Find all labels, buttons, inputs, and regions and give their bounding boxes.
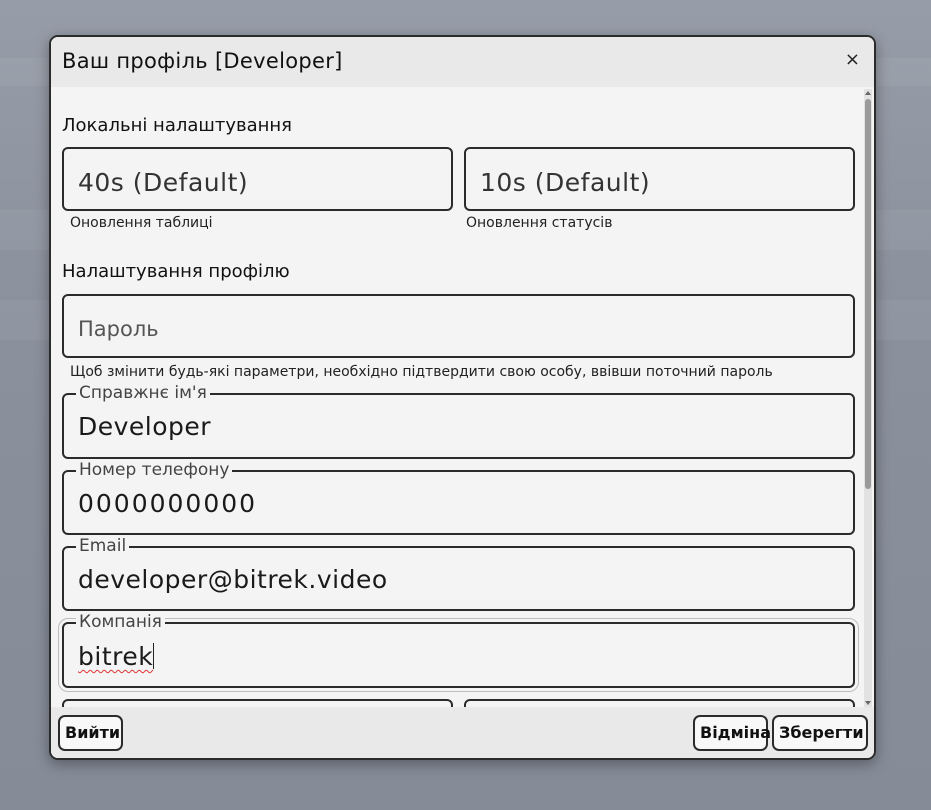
table-refresh-helper: Оновлення таблиці xyxy=(70,215,213,231)
dialog-footer: Вийти Відміна Зберегти xyxy=(51,707,874,758)
phone-field[interactable]: Номер телефону 0000000000 xyxy=(62,460,855,535)
dialog-header: Ваш профіль [Developer] × xyxy=(51,37,874,87)
email-field[interactable]: Email developer@bitrek.video xyxy=(62,536,855,611)
company-input-text: bitrek xyxy=(78,642,155,671)
company-value: bitrek xyxy=(78,642,154,671)
password-helper: Щоб змінити будь-які параметри, необхідн… xyxy=(70,364,773,380)
phone-label: Номер телефону xyxy=(76,460,233,480)
close-icon[interactable]: × xyxy=(845,49,860,70)
save-button[interactable]: Зберегти xyxy=(772,715,868,751)
dialog-scrollbar[interactable] xyxy=(864,89,872,707)
email-label: Email xyxy=(76,536,130,556)
company-field[interactable]: Компанія bitrek xyxy=(58,612,859,692)
profile-dialog: Ваш профіль [Developer] × Локальні налаш… xyxy=(49,35,876,760)
status-refresh-select[interactable]: 10s (Default) xyxy=(464,147,855,211)
text-caret xyxy=(153,643,155,669)
partial-field-right[interactable] xyxy=(464,699,855,707)
scroll-down-icon[interactable] xyxy=(865,701,871,705)
scroll-up-icon[interactable] xyxy=(865,91,871,95)
real-name-field[interactable]: Справжнє ім'я Developer xyxy=(62,383,855,459)
real-name-label: Справжнє ім'я xyxy=(76,383,210,403)
partial-field-left[interactable] xyxy=(62,699,453,707)
cancel-button[interactable]: Відміна xyxy=(693,715,771,751)
dialog-body: Локальні налаштування 40s (Default) Онов… xyxy=(51,87,863,707)
real-name-value: Developer xyxy=(78,412,212,441)
company-label: Компанія xyxy=(76,612,165,632)
password-field[interactable]: Пароль xyxy=(62,294,855,358)
dialog-title: Ваш профіль [Developer] xyxy=(62,49,343,73)
profile-settings-heading: Налаштування профілю xyxy=(62,261,290,282)
password-placeholder: Пароль xyxy=(78,317,159,341)
logout-button[interactable]: Вийти xyxy=(58,715,123,751)
scrollbar-thumb[interactable] xyxy=(865,99,871,489)
local-settings-heading: Локальні налаштування xyxy=(62,115,293,136)
status-refresh-helper: Оновлення статусів xyxy=(466,215,613,231)
phone-value: 0000000000 xyxy=(78,489,258,518)
table-refresh-value: 40s (Default) xyxy=(78,168,249,197)
status-refresh-value: 10s (Default) xyxy=(480,168,651,197)
table-refresh-select[interactable]: 40s (Default) xyxy=(62,147,453,211)
email-value: developer@bitrek.video xyxy=(78,565,388,594)
